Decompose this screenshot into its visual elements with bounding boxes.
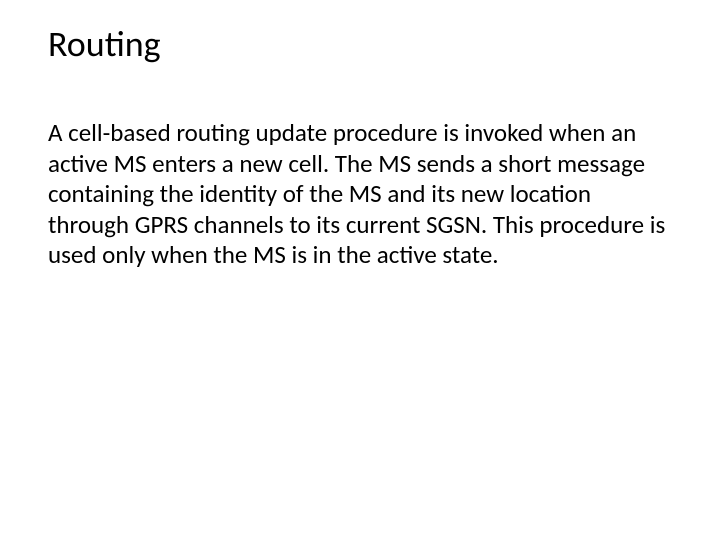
slide-title: Routing [48,22,672,66]
slide-body: A cell-based routing update procedure is… [48,118,672,271]
